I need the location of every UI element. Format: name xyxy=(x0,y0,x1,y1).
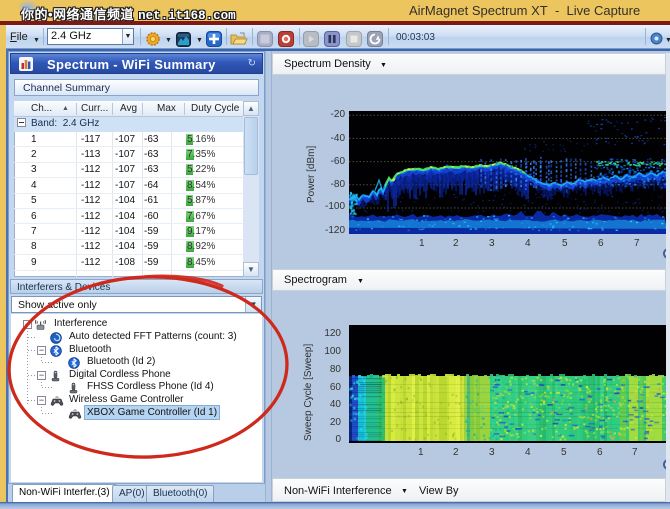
svg-text:Power [dBm]: Power [dBm] xyxy=(306,146,317,203)
